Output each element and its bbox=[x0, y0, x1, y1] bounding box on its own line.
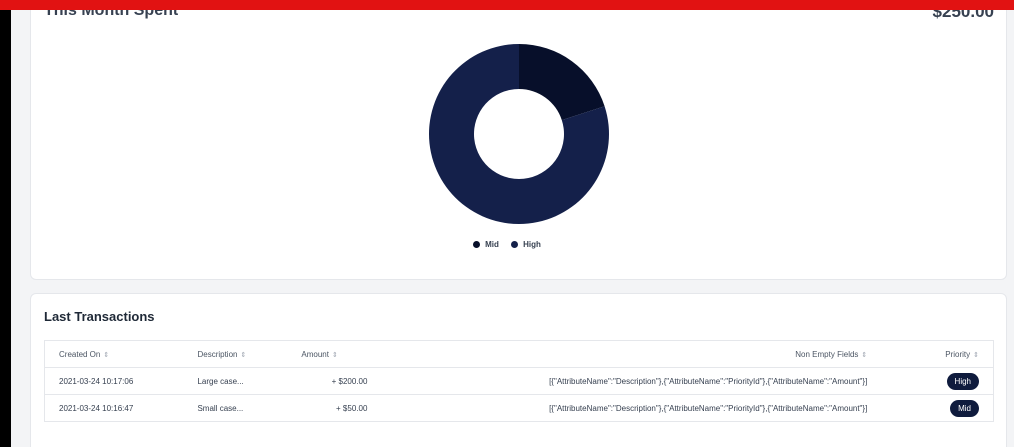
created-cell: 2021-03-24 10:16:47 bbox=[44, 394, 184, 422]
sort-icon: ⇕ bbox=[331, 351, 338, 359]
priority-header[interactable]: Priority ⇕ bbox=[909, 340, 994, 368]
amount-label: Amount bbox=[301, 349, 329, 359]
legend-label-high: High bbox=[523, 240, 541, 249]
sort-icon: ⇕ bbox=[973, 351, 979, 359]
amount-cell: + $200.00 bbox=[287, 367, 404, 395]
sort-icon: ⇕ bbox=[861, 351, 868, 359]
chart-legend: Mid High bbox=[0, 240, 1014, 250]
description-cell: Small case... bbox=[183, 394, 288, 422]
created-on-label: Created On bbox=[59, 349, 101, 359]
legend-dot-mid bbox=[473, 241, 481, 248]
spending-donut-chart bbox=[427, 42, 611, 226]
fields-cell: [{"AttributeName":"Description"},{"Attri… bbox=[403, 367, 910, 395]
legend-item-high[interactable]: High bbox=[511, 240, 541, 249]
sort-icon: ⇕ bbox=[240, 351, 247, 359]
table-header-row: Created On ⇕ Description ⇕ Amount ⇕ Non Emp… bbox=[44, 340, 994, 368]
transactions-table: Created On ⇕ Description ⇕ Amount ⇕ Non Emp… bbox=[44, 340, 994, 422]
priority-cell: Mid bbox=[909, 394, 994, 422]
last-transactions-title: Last Transactions bbox=[44, 309, 155, 324]
priority-badge: Mid bbox=[950, 399, 979, 417]
donut-svg bbox=[429, 44, 609, 225]
sort-icon: ⇕ bbox=[103, 351, 110, 359]
legend-label-mid: Mid bbox=[485, 240, 499, 249]
description-label: Description bbox=[197, 349, 238, 359]
priority-cell: High bbox=[909, 367, 994, 395]
legend-item-mid[interactable]: Mid bbox=[473, 240, 499, 249]
description-header[interactable]: Description ⇕ bbox=[183, 340, 288, 368]
description-cell: Large case... bbox=[183, 367, 288, 395]
non-empty-fields-label: Non Empty Fields bbox=[795, 349, 859, 359]
top-accent-bar bbox=[0, 0, 1014, 10]
priority-badge: High bbox=[946, 372, 979, 390]
legend-dot-high bbox=[511, 241, 519, 248]
amount-header[interactable]: Amount ⇕ bbox=[287, 340, 404, 368]
fields-cell: [{"AttributeName":"Description"},{"Attri… bbox=[403, 394, 910, 422]
amount-cell: + $50.00 bbox=[287, 394, 404, 422]
donut-slice-mid[interactable] bbox=[519, 44, 605, 121]
priority-label: Priority bbox=[945, 349, 971, 359]
table-row[interactable]: 2021-03-24 10:17:06 Large case... + $200… bbox=[44, 367, 994, 395]
created-on-header[interactable]: Created On ⇕ bbox=[44, 340, 184, 368]
non-empty-fields-header[interactable]: Non Empty Fields ⇕ bbox=[403, 340, 910, 368]
left-edge-bar bbox=[0, 0, 11, 447]
table-row[interactable]: 2021-03-24 10:16:47 Small case... + $50.… bbox=[44, 394, 994, 422]
created-cell: 2021-03-24 10:17:06 bbox=[44, 367, 184, 395]
